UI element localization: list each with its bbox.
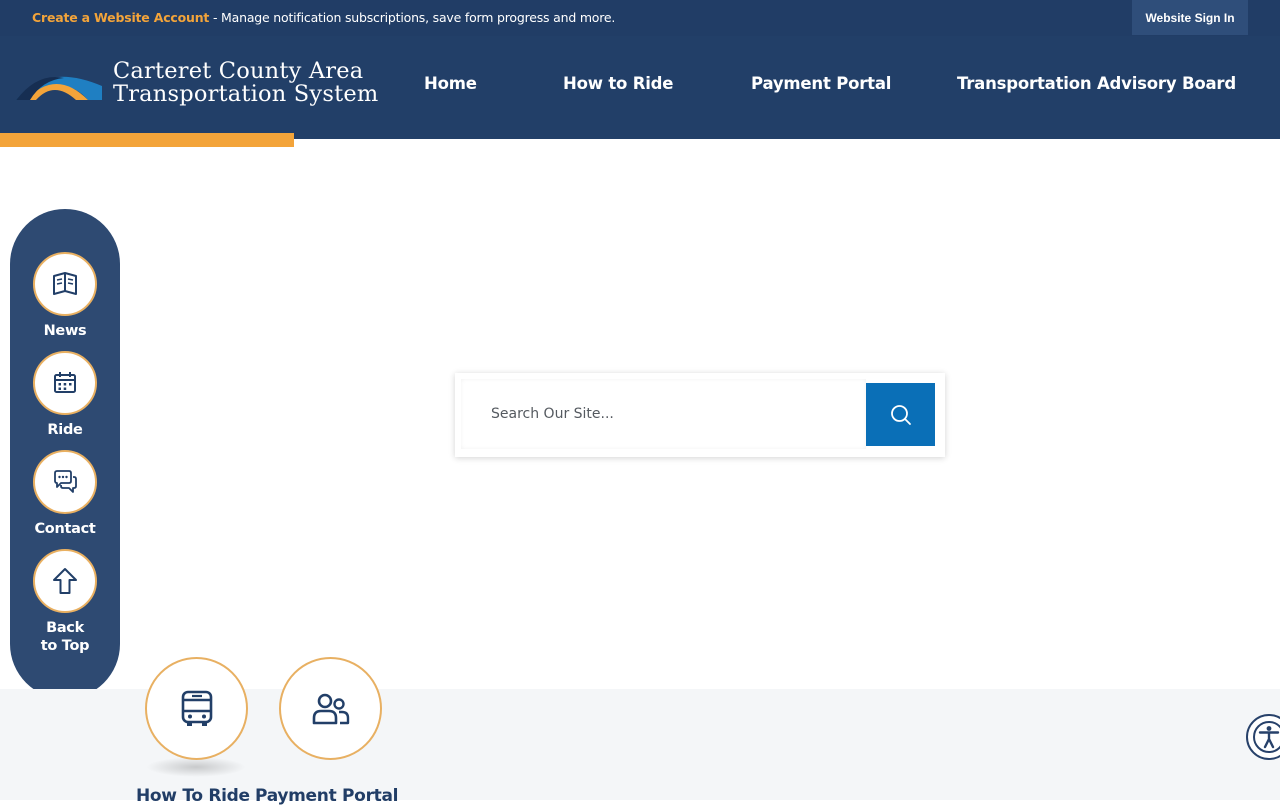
account-message: Create a Website Account - Manage notifi… <box>32 10 615 25</box>
create-account-link[interactable]: Create a Website Account <box>32 10 209 25</box>
bus-icon <box>181 690 212 726</box>
search-input[interactable] <box>461 379 866 449</box>
quick-link-label-payment-portal[interactable]: Payment Portal <box>255 786 398 806</box>
site-name-line2: Transportation System <box>113 80 379 107</box>
accessibility-button[interactable] <box>1246 714 1280 760</box>
nav-home[interactable]: Home <box>424 74 477 93</box>
site-name-line1: Carteret County Area <box>113 58 364 84</box>
website-sign-in-button[interactable]: Website Sign In <box>1132 0 1248 35</box>
quick-link-label-how-to-ride[interactable]: How To Ride <box>136 786 250 806</box>
nav-payment-portal[interactable]: Payment Portal <box>751 74 891 93</box>
site-header: Carteret County Area Transportation Syst… <box>0 36 1280 147</box>
rail-item-label: Back to Top <box>40 620 90 654</box>
nav-transportation-advisory-board[interactable]: Transportation Advisory Board <box>957 74 1236 93</box>
site-logo[interactable]: Carteret County Area Transportation Syst… <box>14 60 378 116</box>
quick-access-rail: News Ride Contact Back to Top <box>10 209 120 699</box>
header-accent-bar <box>0 133 294 147</box>
accessibility-icon <box>1253 721 1280 753</box>
search-button[interactable] <box>866 383 935 446</box>
account-message-text: - Manage notification subscriptions, sav… <box>209 10 616 25</box>
newspaper-icon <box>53 272 77 295</box>
search-icon <box>890 404 911 425</box>
site-search <box>455 373 945 457</box>
chat-bubbles-icon <box>54 470 77 493</box>
users-icon <box>312 693 349 724</box>
quick-link-how-to-ride[interactable] <box>145 657 248 760</box>
rail-item-label: Contact <box>34 521 96 537</box>
calendar-icon <box>54 372 76 393</box>
logo-arch-icon <box>16 76 102 100</box>
rail-item-label: News <box>43 323 87 339</box>
arrow-up-icon <box>53 568 77 594</box>
rail-item-label: Ride <box>47 422 83 438</box>
site-name: Carteret County Area Transportation Syst… <box>113 60 378 105</box>
quick-link-payment-portal[interactable] <box>279 657 382 760</box>
utility-bar: Create a Website Account - Manage notifi… <box>0 0 1280 36</box>
nav-how-to-ride[interactable]: How to Ride <box>563 74 673 93</box>
quick-link-shadow <box>146 757 246 777</box>
